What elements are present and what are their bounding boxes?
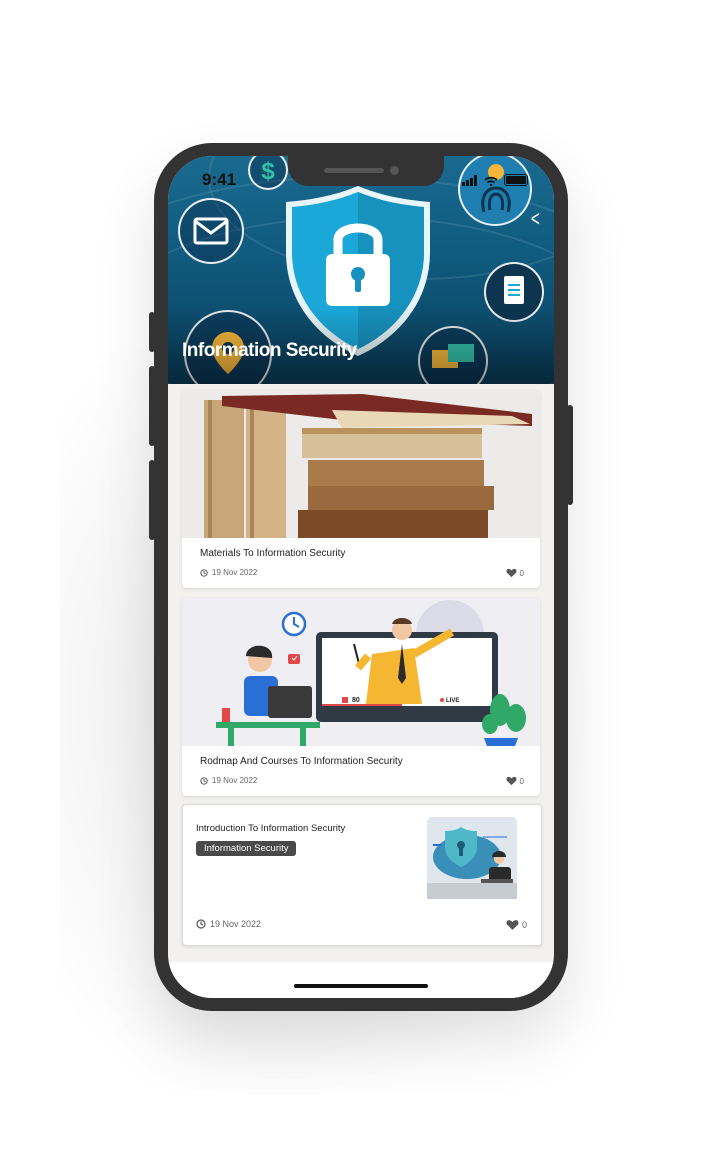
article-date-text: 19 Nov 2022 [212, 776, 258, 785]
signal-icon [462, 175, 478, 186]
article-date: 19 Nov 2022 [196, 919, 261, 929]
mail-icon [178, 198, 244, 264]
like-button[interactable]: 0 [506, 568, 524, 578]
side-button-volume-down [149, 460, 155, 540]
heart-icon [506, 776, 517, 786]
side-button-power [567, 405, 573, 505]
home-indicator[interactable] [294, 984, 428, 988]
like-count: 0 [521, 920, 527, 930]
article-card[interactable]: Materials To Information Security 19 Nov… [182, 390, 540, 588]
like-button[interactable]: 0 [506, 919, 527, 931]
article-image-books [182, 390, 540, 538]
status-bar: 9:41 [168, 156, 554, 196]
like-count: 0 [519, 568, 524, 578]
heart-icon [506, 920, 519, 930]
bottom-area [168, 962, 554, 998]
article-title: Rodmap And Courses To Information Securi… [200, 756, 403, 767]
back-chevron-icon[interactable]: < [531, 206, 540, 232]
clock-icon [200, 776, 208, 785]
article-date: 19 Nov 2022 [200, 776, 257, 785]
category-tag[interactable]: Information Security [196, 841, 297, 856]
status-icons [462, 174, 528, 186]
like-count: 0 [519, 776, 524, 786]
article-date: 19 Nov 2022 [200, 568, 257, 577]
viewer-count: 80 [352, 697, 360, 704]
article-title: Materials To Information Security [200, 548, 346, 559]
status-time: 9:41 [202, 170, 237, 189]
hero-title: Information Security [182, 340, 357, 361]
article-thumbnail [427, 817, 517, 899]
side-button-volume-up [149, 366, 155, 446]
article-card[interactable]: Introduction To Information Security Inf… [182, 804, 542, 946]
live-label: LIVE [446, 698, 459, 704]
article-card[interactable]: 80 LIVE Rodmap And Courses To Informatio… [182, 598, 540, 796]
phone-screen: $ Information Security 9:41 < Materials … [168, 156, 554, 998]
battery-icon [504, 174, 528, 186]
article-date-text: 19 Nov 2022 [212, 568, 258, 577]
wifi-icon [484, 176, 498, 186]
clock-icon [196, 919, 206, 929]
article-date-text: 19 Nov 2022 [210, 919, 262, 929]
like-button[interactable]: 0 [506, 776, 524, 786]
article-image-online-course: 80 LIVE [182, 598, 540, 746]
side-button-mute [149, 312, 155, 352]
clock-icon [200, 568, 208, 577]
heart-icon [506, 568, 517, 578]
article-title: Introduction To Information Security [196, 823, 346, 834]
